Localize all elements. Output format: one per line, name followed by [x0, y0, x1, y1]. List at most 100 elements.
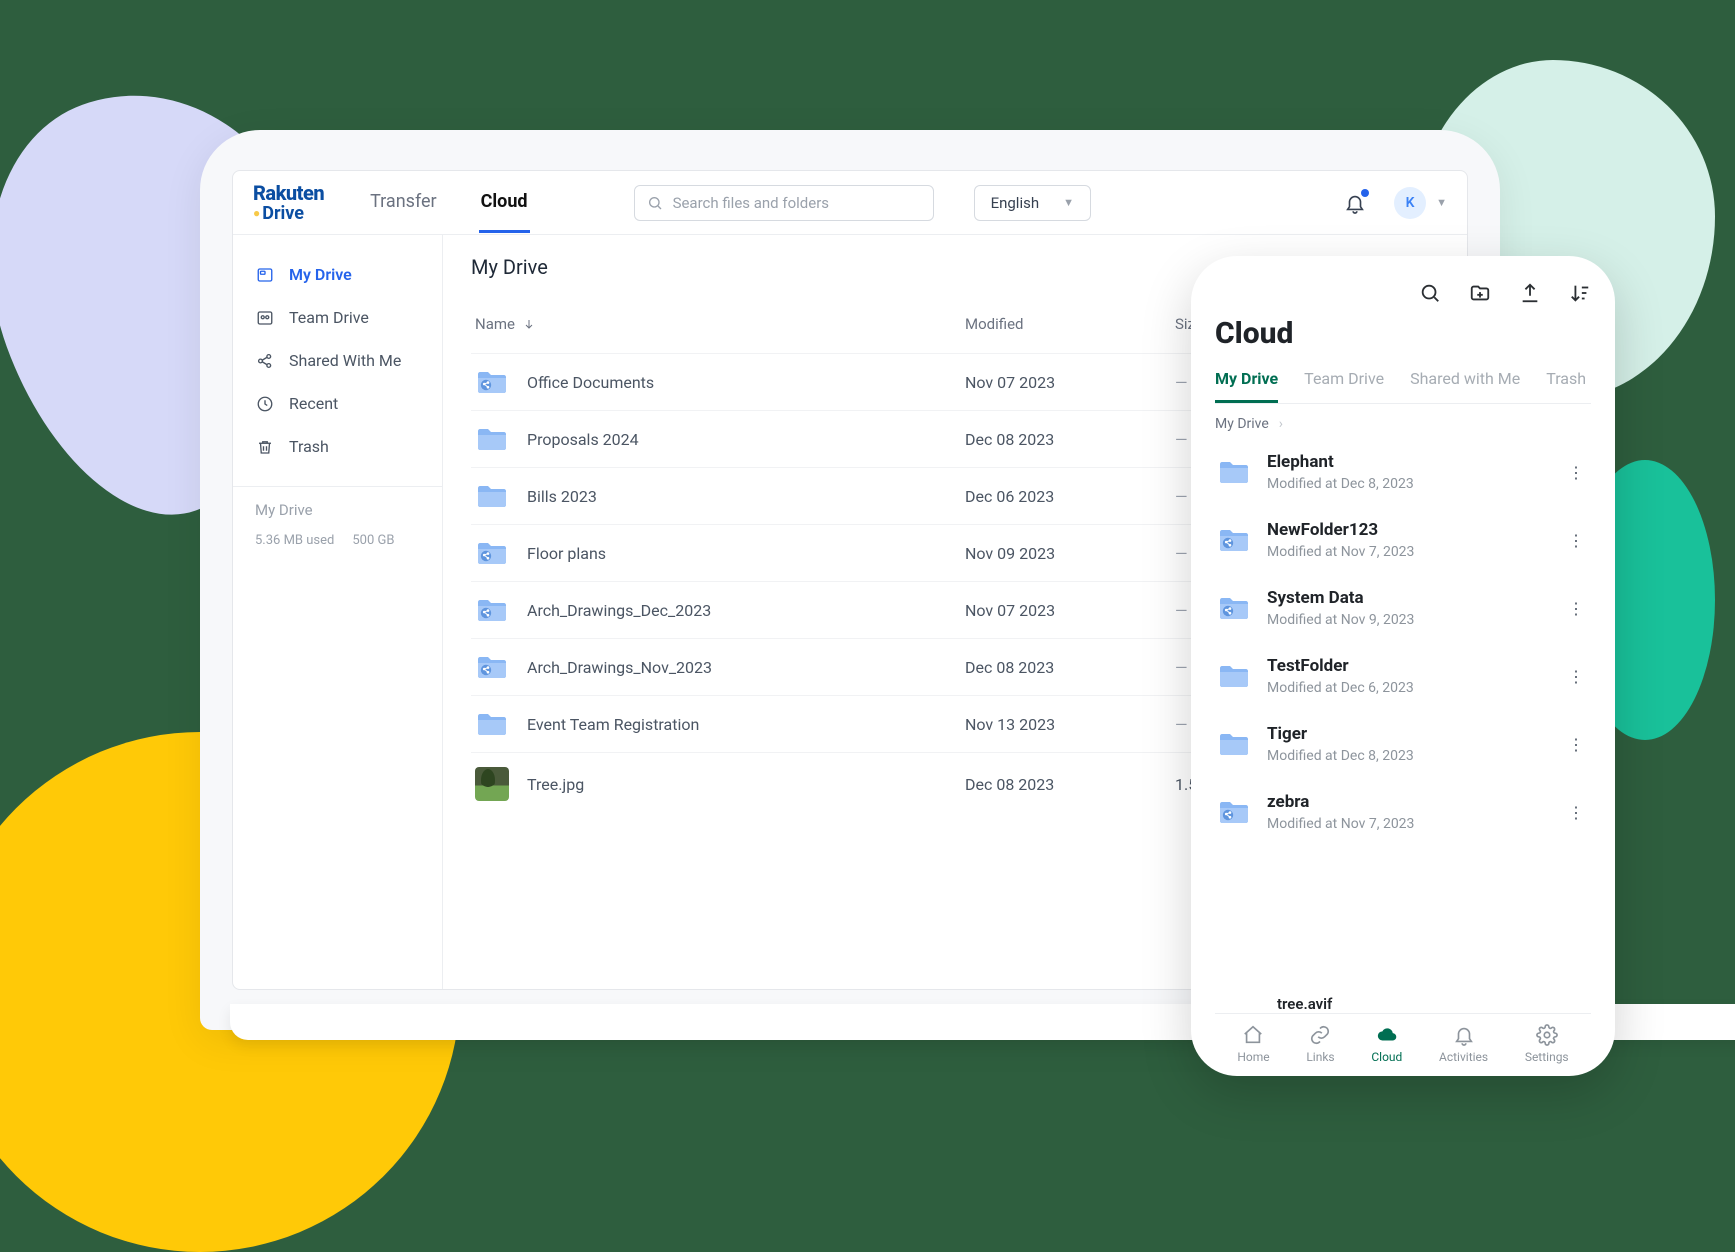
more-menu-icon[interactable]: ⋮ — [1564, 599, 1589, 618]
list-item-partial[interactable]: tree.avif — [1215, 995, 1591, 1013]
folder-icon — [1217, 730, 1251, 758]
storage-used: 5.36 MB used — [255, 533, 334, 548]
notifications-button[interactable] — [1344, 192, 1366, 214]
account-menu[interactable]: K ▼ — [1394, 187, 1447, 219]
nav-cloud[interactable]: Cloud — [1371, 1024, 1402, 1064]
nav-links[interactable]: Links — [1306, 1024, 1334, 1064]
file-name: TestFolder — [1267, 656, 1548, 676]
file-name: Bills 2023 — [527, 487, 597, 506]
file-modified: Modified at Dec 8, 2023 — [1267, 476, 1548, 492]
file-name: Arch_Drawings_Nov_2023 — [527, 658, 712, 677]
phone-bottom-nav: Home Links Cloud Activities Settings — [1215, 1013, 1591, 1066]
file-name: Event Team Registration — [527, 715, 699, 734]
phone-tab-shared[interactable]: Shared with Me — [1410, 365, 1520, 403]
sidebar-item-label: Trash — [289, 437, 329, 456]
topbar: Rakuten Drive Transfer Cloud Search file… — [233, 171, 1467, 235]
folder-icon — [1217, 662, 1251, 690]
list-item-text: Elephant Modified at Dec 8, 2023 — [1267, 452, 1548, 492]
phone-tab-team[interactable]: Team Drive — [1304, 365, 1384, 403]
sidebar: My Drive Team Drive Shared With Me — [233, 235, 443, 989]
cell-name: Arch_Drawings_Nov_2023 — [475, 653, 965, 681]
cell-name: Floor plans — [475, 539, 965, 567]
more-menu-icon[interactable]: ⋮ — [1564, 667, 1589, 686]
cell-name: Tree.jpg — [475, 767, 965, 801]
cell-modified: Nov 09 2023 — [965, 544, 1175, 563]
folder-shared-icon — [475, 596, 509, 624]
sidebar-item-my-drive[interactable]: My Drive — [233, 253, 442, 296]
list-item[interactable]: Elephant Modified at Dec 8, 2023 ⋮ — [1215, 438, 1591, 506]
more-menu-icon[interactable]: ⋮ — [1564, 463, 1589, 482]
list-item[interactable]: TigerModified at Dec 8, 2023 ⋮ — [1215, 710, 1591, 778]
sidebar-item-trash[interactable]: Trash — [233, 425, 442, 468]
more-menu-icon[interactable]: ⋮ — [1564, 531, 1589, 550]
folder-icon — [1217, 458, 1251, 486]
sort-icon[interactable] — [1569, 282, 1591, 304]
list-item[interactable]: TestFolder Modified at Dec 6, 2023 ⋮ — [1215, 642, 1591, 710]
search-input[interactable]: Search files and folders — [634, 185, 934, 221]
search-icon[interactable] — [1419, 282, 1441, 304]
sidebar-item-recent[interactable]: Recent — [233, 382, 442, 425]
storage-total: 500 GB — [352, 533, 394, 548]
file-name: Tiger — [1267, 724, 1548, 744]
file-modified: Modified at Nov 7, 2023 — [1267, 816, 1548, 832]
storage-summary: My Drive 5.36 MB used 500 GB — [233, 486, 442, 548]
brand-line2: Drive — [253, 205, 324, 223]
team-icon — [255, 309, 275, 327]
avatar-initial: K — [1394, 187, 1426, 219]
sidebar-item-team-drive[interactable]: Team Drive — [233, 296, 442, 339]
list-item-text: TestFolder Modified at Dec 6, 2023 — [1267, 656, 1548, 696]
column-name[interactable]: Name — [475, 315, 965, 333]
nav-label: Cloud — [1371, 1050, 1402, 1064]
phone-title: Cloud — [1215, 316, 1591, 351]
file-modified: Modified at Dec 6, 2023 — [1267, 680, 1548, 696]
folder-shared-icon — [1217, 594, 1251, 622]
file-name: Arch_Drawings_Dec_2023 — [527, 601, 711, 620]
nav-activities[interactable]: Activities — [1439, 1024, 1488, 1064]
list-item[interactable]: zebraModified at Nov 7, 2023⋮ — [1215, 778, 1591, 846]
nav-label: Links — [1306, 1050, 1334, 1064]
tab-transfer[interactable]: Transfer — [368, 173, 439, 233]
cell-name: Arch_Drawings_Dec_2023 — [475, 596, 965, 624]
clock-icon — [255, 395, 275, 413]
upload-icon[interactable] — [1519, 282, 1541, 304]
cell-name: Office Documents — [475, 368, 965, 396]
file-modified: Modified at Nov 7, 2023 — [1267, 544, 1548, 560]
folder-shared-icon — [1217, 526, 1251, 554]
sidebar-item-shared[interactable]: Shared With Me — [233, 339, 442, 382]
nav-settings[interactable]: Settings — [1525, 1024, 1569, 1064]
more-menu-icon[interactable]: ⋮ — [1564, 735, 1589, 754]
phone-tab-trash[interactable]: Trash — [1546, 365, 1586, 403]
file-name: Floor plans — [527, 544, 606, 563]
file-name: Office Documents — [527, 373, 654, 392]
image-thumbnail — [475, 767, 509, 801]
more-menu-icon[interactable]: ⋮ — [1564, 803, 1589, 822]
folder-shared-icon — [1217, 798, 1251, 826]
language-selector[interactable]: English ▼ — [974, 185, 1091, 221]
chevron-down-icon: ▼ — [1436, 196, 1447, 209]
phone-tab-mydrive[interactable]: My Drive — [1215, 365, 1278, 403]
sidebar-item-label: My Drive — [289, 265, 352, 284]
search-placeholder: Search files and folders — [673, 194, 829, 212]
brand-logo: Rakuten Drive — [253, 183, 324, 223]
list-item[interactable]: NewFolder123Modified at Nov 7, 2023 ⋮ — [1215, 506, 1591, 574]
list-item-text: NewFolder123Modified at Nov 7, 2023 — [1267, 520, 1548, 560]
phone-breadcrumb[interactable]: My Drive › — [1215, 404, 1591, 438]
brand-line1: Rakuten — [253, 183, 324, 203]
column-modified[interactable]: Modified — [965, 315, 1175, 333]
folder-icon — [475, 710, 509, 738]
cell-modified: Nov 07 2023 — [965, 373, 1175, 392]
sidebar-item-label: Team Drive — [289, 308, 369, 327]
file-name: Elephant — [1267, 452, 1548, 472]
new-folder-icon[interactable] — [1469, 282, 1491, 304]
phone-tabs: My Drive Team Drive Shared with Me Trash — [1215, 365, 1591, 404]
search-icon — [647, 195, 663, 211]
list-item-text: TigerModified at Dec 8, 2023 — [1267, 724, 1548, 764]
trash-icon — [255, 438, 275, 456]
file-name: System Data — [1267, 588, 1548, 608]
list-item[interactable]: System DataModified at Nov 9, 2023⋮ — [1215, 574, 1591, 642]
tab-cloud[interactable]: Cloud — [479, 173, 530, 233]
cell-modified: Dec 06 2023 — [965, 487, 1175, 506]
cell-modified: Dec 08 2023 — [965, 430, 1175, 449]
nav-home[interactable]: Home — [1237, 1024, 1269, 1064]
language-current: English — [991, 194, 1040, 212]
